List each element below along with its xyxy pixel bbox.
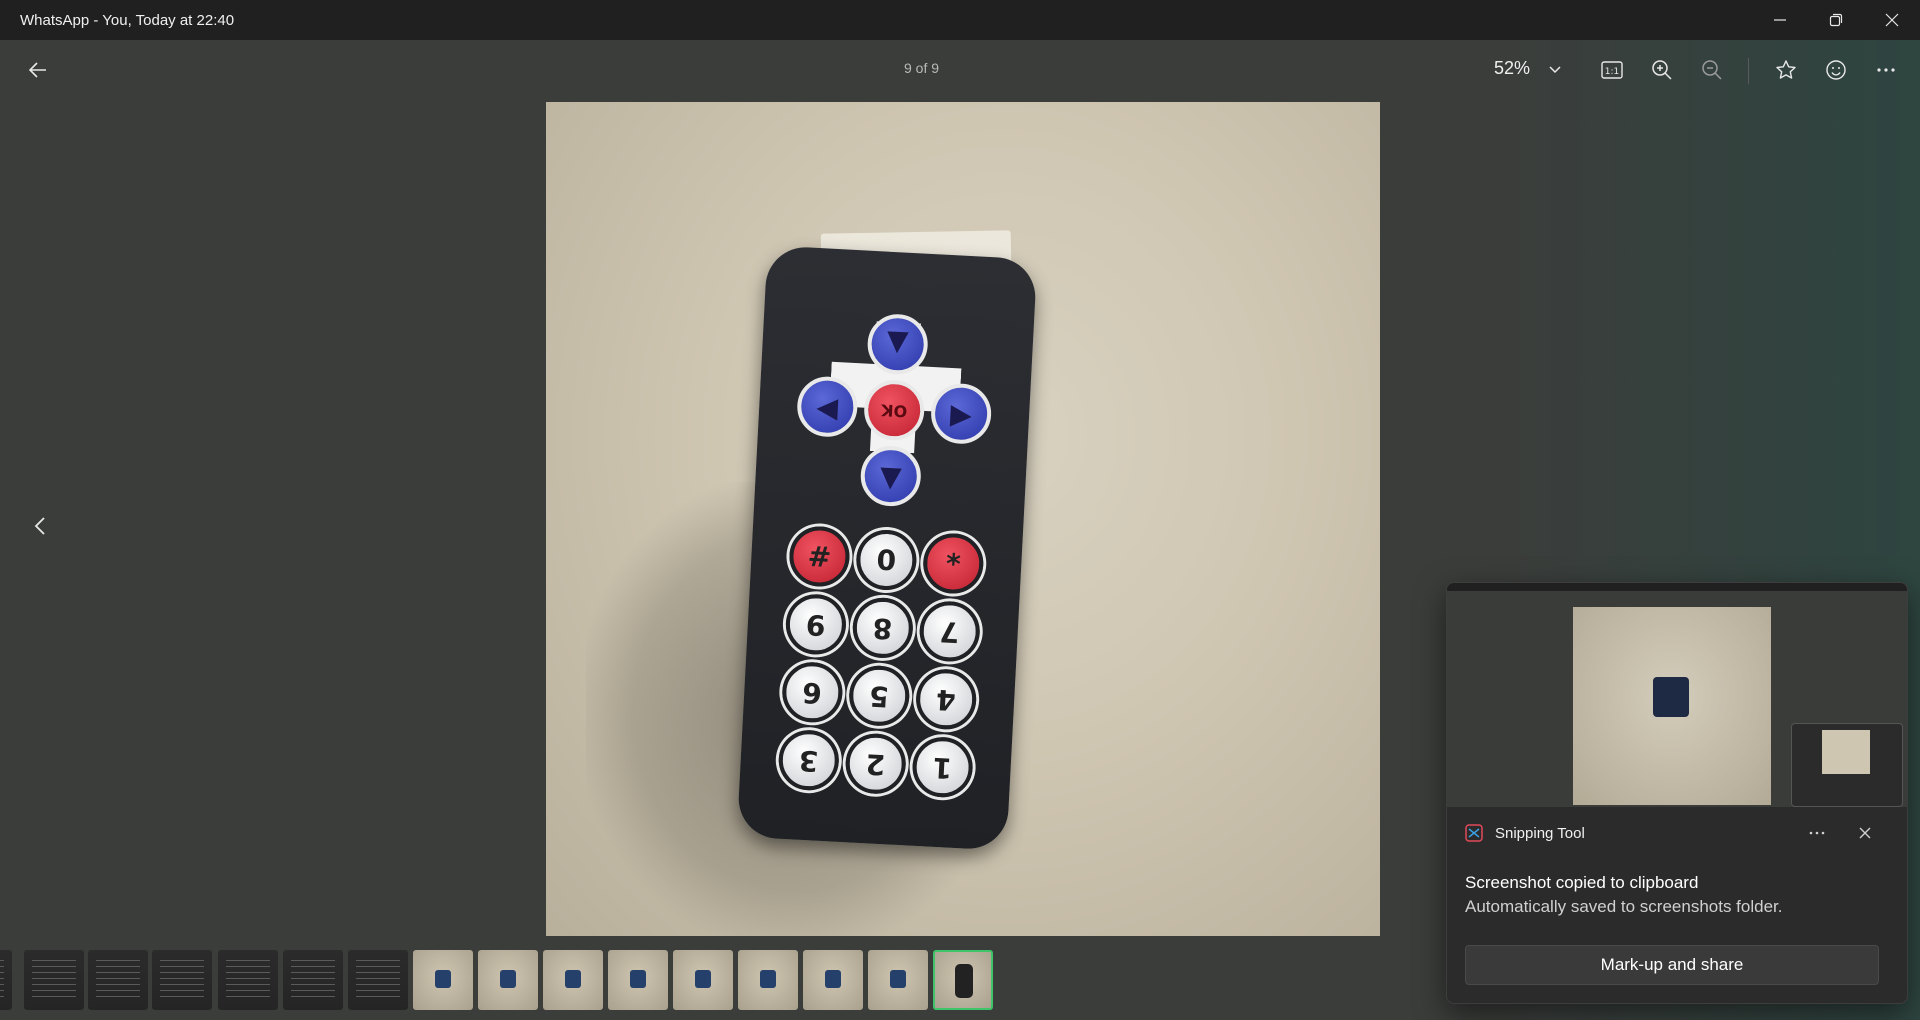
react-button[interactable]: [1822, 56, 1850, 84]
notification-header: Snipping Tool: [1447, 807, 1907, 859]
main-image[interactable]: ▲ ◀ OK ▶ ▼ # 0 * 9 8 7 6 5 4 3 2 1: [546, 102, 1380, 936]
notification-more-button[interactable]: [1805, 821, 1829, 845]
key-8: 8: [851, 596, 915, 660]
notification-close-button[interactable]: [1853, 821, 1877, 845]
thumbnail[interactable]: [868, 950, 928, 1010]
actual-size-icon: 1:1: [1601, 61, 1623, 79]
star-key: *: [921, 531, 985, 596]
snipping-tool-notification[interactable]: Snipping Tool Screenshot copied to clipb…: [1446, 582, 1908, 1004]
thumbnail[interactable]: [348, 950, 408, 1010]
ir-remote: ▲ ◀ OK ▶ ▼ # 0 * 9 8 7 6 5 4 3 2 1: [736, 245, 1038, 851]
key-9: 9: [784, 592, 848, 656]
markup-and-share-button[interactable]: Mark-up and share: [1465, 945, 1879, 985]
thumbnail[interactable]: [24, 950, 84, 1010]
zoom-in-button[interactable]: [1648, 56, 1676, 84]
key-2: 2: [844, 732, 908, 796]
thumbnail[interactable]: [543, 950, 603, 1010]
key-1: 1: [911, 735, 975, 799]
emoji-icon: [1826, 60, 1846, 80]
window-title: WhatsApp - You, Today at 22:40: [20, 11, 235, 29]
hash-key: #: [787, 524, 851, 589]
thumbnail[interactable]: [0, 950, 12, 1010]
zoom-level[interactable]: 52%: [1494, 58, 1530, 79]
down-key: ▼: [859, 444, 923, 508]
restore-icon: [1829, 13, 1843, 27]
key-4: 4: [914, 667, 978, 731]
zoom-out-button[interactable]: [1698, 56, 1726, 84]
actual-size-button[interactable]: 1:1: [1598, 56, 1626, 84]
thumbnail[interactable]: [478, 950, 538, 1010]
thumbnail[interactable]: [218, 950, 278, 1010]
thumbnail[interactable]: [283, 950, 343, 1010]
thumbnail[interactable]: [673, 950, 733, 1010]
close-icon: [1859, 827, 1871, 839]
key-5: 5: [847, 664, 911, 728]
close-button[interactable]: [1864, 0, 1920, 40]
thumbnail[interactable]: [608, 950, 668, 1010]
preview-mini-notification: [1791, 723, 1903, 807]
actual-size-label: 1:1: [1605, 67, 1619, 77]
filmstrip: [0, 950, 1000, 1012]
star-icon: [1776, 60, 1796, 79]
preview-photo: [1573, 607, 1771, 805]
notification-title: Screenshot copied to clipboard: [1465, 873, 1699, 892]
minimize-button[interactable]: [1752, 0, 1808, 40]
thumbnail[interactable]: [738, 950, 798, 1010]
previous-image-button[interactable]: [28, 512, 52, 540]
zoom-out-icon: [1702, 60, 1722, 80]
snipping-tool-icon: [1465, 824, 1483, 842]
zoom-dropdown[interactable]: [1545, 62, 1565, 78]
image-counter: 9 of 9: [903, 60, 940, 76]
chevron-left-icon: [34, 517, 45, 535]
notification-app-name: Snipping Tool: [1495, 825, 1585, 842]
more-icon: [1877, 68, 1895, 72]
restore-button[interactable]: [1808, 0, 1864, 40]
viewer-toolbar: 9 of 9 52% 1:1: [0, 40, 1920, 100]
toolbar-divider: [1748, 58, 1749, 84]
more-options-button[interactable]: [1872, 56, 1900, 84]
title-bar: WhatsApp - You, Today at 22:40: [0, 0, 1920, 40]
more-icon: [1809, 831, 1825, 835]
window-controls: [1752, 0, 1920, 40]
chevron-down-icon: [1549, 66, 1561, 74]
favorite-button[interactable]: [1772, 56, 1800, 84]
minimize-icon: [1774, 19, 1786, 21]
key-7: 7: [918, 599, 982, 663]
key-0: 0: [854, 528, 918, 592]
thumbnail[interactable]: [152, 950, 212, 1010]
screenshot-preview[interactable]: [1447, 583, 1907, 807]
thumbnail[interactable]: [88, 950, 148, 1010]
preview-titlebar: [1447, 583, 1907, 591]
zoom-in-icon: [1652, 60, 1672, 80]
notification-body: Automatically saved to screenshots folde…: [1465, 897, 1783, 916]
right-key: ▶: [929, 382, 993, 446]
key-6: 6: [780, 660, 844, 724]
thumbnail[interactable]: [413, 950, 473, 1010]
key-3: 3: [777, 728, 841, 792]
thumbnail-active[interactable]: [933, 950, 993, 1010]
thumbnail[interactable]: [803, 950, 863, 1010]
close-icon: [1885, 13, 1899, 27]
